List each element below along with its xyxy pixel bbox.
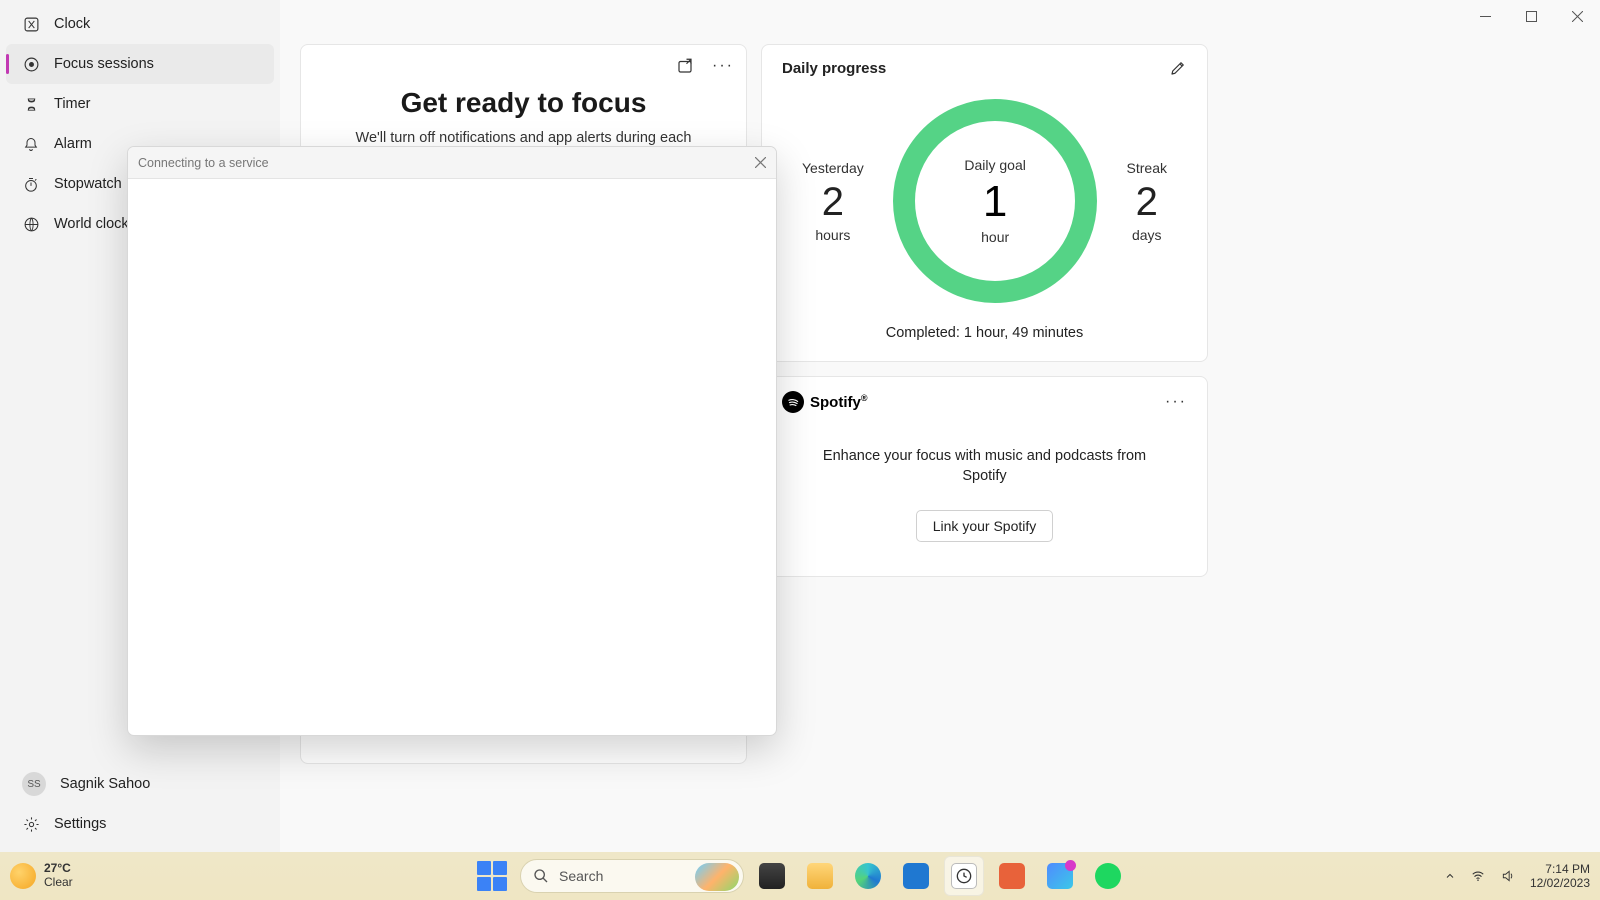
- bell-icon: [22, 135, 40, 153]
- spotify-description: Enhance your focus with music and podcas…: [782, 447, 1187, 486]
- focus-icon: [22, 55, 40, 73]
- sidebar-item-label: Timer: [54, 96, 91, 112]
- sidebar-item-timer[interactable]: Timer: [6, 84, 274, 124]
- stopwatch-icon: [22, 175, 40, 193]
- daily-progress-title: Daily progress: [782, 60, 886, 77]
- start-button[interactable]: [472, 856, 512, 896]
- avatar: SS: [22, 772, 46, 796]
- search-placeholder: Search: [559, 868, 603, 884]
- volume-icon[interactable]: [1500, 869, 1516, 883]
- stat-label: Yesterday: [802, 160, 864, 176]
- settings-label: Settings: [54, 816, 106, 832]
- close-button[interactable]: [1554, 0, 1600, 32]
- stat-label: Streak: [1127, 160, 1167, 176]
- hourglass-icon: [22, 95, 40, 113]
- gear-icon: [22, 815, 40, 833]
- taskbar-app-todo[interactable]: [1040, 856, 1080, 896]
- minimize-button[interactable]: [1462, 0, 1508, 32]
- edit-icon[interactable]: [1169, 59, 1187, 77]
- daily-progress-card: Daily progress Yesterday 2 hours Daily g…: [761, 44, 1208, 362]
- more-icon[interactable]: ···: [1165, 393, 1187, 411]
- sidebar-item-label: Clock: [54, 16, 90, 32]
- stat-yesterday: Yesterday 2 hours: [802, 160, 864, 243]
- taskbar-search[interactable]: Search: [520, 859, 744, 893]
- link-spotify-button[interactable]: Link your Spotify: [916, 510, 1054, 542]
- taskbar-time: 7:14 PM: [1530, 862, 1590, 876]
- taskbar-app-orange[interactable]: [992, 856, 1032, 896]
- taskbar-task-view[interactable]: [752, 856, 792, 896]
- sidebar-item-label: World clock: [54, 216, 129, 232]
- taskbar-date: 12/02/2023: [1530, 876, 1590, 890]
- stat-unit: hours: [802, 227, 864, 243]
- search-highlights-icon: [695, 863, 739, 891]
- more-icon[interactable]: ···: [712, 57, 734, 75]
- sidebar-item-focus-sessions[interactable]: Focus sessions: [6, 44, 274, 84]
- stat-value: 2: [802, 180, 864, 225]
- sidebar-item-label: Focus sessions: [54, 56, 154, 72]
- focus-title: Get ready to focus: [319, 87, 728, 119]
- progress-ring: Daily goal 1 hour: [893, 99, 1097, 303]
- close-icon[interactable]: [755, 157, 766, 168]
- goal-value: 1: [983, 177, 1007, 227]
- taskbar-clock[interactable]: 7:14 PM 12/02/2023: [1530, 862, 1590, 891]
- weather-temp: 27°C: [44, 862, 73, 876]
- window-controls: [1462, 0, 1600, 32]
- taskbar-clock-app[interactable]: [944, 856, 984, 896]
- stat-value: 2: [1127, 180, 1167, 225]
- wifi-icon[interactable]: [1470, 869, 1486, 883]
- weather-cond: Clear: [44, 876, 73, 890]
- sidebar-item-label: Stopwatch: [54, 176, 122, 192]
- weather-icon: [10, 863, 36, 889]
- spotify-logo: Spotify®: [782, 391, 867, 413]
- spotify-card: Spotify® ··· Enhance your focus with mus…: [761, 376, 1208, 577]
- user-name: Sagnik Sahoo: [60, 776, 150, 792]
- sidebar-item-label: Alarm: [54, 136, 92, 152]
- taskbar-edge[interactable]: [848, 856, 888, 896]
- search-icon: [533, 868, 549, 884]
- taskbar-weather[interactable]: 27°C Clear: [10, 862, 73, 890]
- taskbar-file-explorer[interactable]: [800, 856, 840, 896]
- stat-streak: Streak 2 days: [1127, 160, 1167, 243]
- globe-icon: [22, 215, 40, 233]
- connecting-dialog: Connecting to a service: [127, 146, 777, 736]
- spotify-icon: [782, 391, 804, 413]
- tray-chevron-icon[interactable]: [1444, 870, 1456, 882]
- sidebar-user[interactable]: SS Sagnik Sahoo: [6, 764, 274, 804]
- spotify-brand: Spotify®: [810, 393, 867, 411]
- goal-unit: hour: [981, 229, 1009, 245]
- maximize-button[interactable]: [1508, 0, 1554, 32]
- keep-on-top-icon[interactable]: [676, 57, 694, 75]
- sidebar-settings[interactable]: Settings: [6, 804, 274, 844]
- taskbar-spotify[interactable]: [1088, 856, 1128, 896]
- stat-unit: days: [1127, 227, 1167, 243]
- dialog-title: Connecting to a service: [138, 156, 269, 170]
- completed-text: Completed: 1 hour, 49 minutes: [782, 325, 1187, 341]
- goal-label: Daily goal: [964, 157, 1025, 173]
- taskbar-store[interactable]: [896, 856, 936, 896]
- clock-app-icon: [22, 15, 40, 33]
- taskbar: 27°C Clear Search 7:14 PM 12/02/2023: [0, 852, 1600, 900]
- sidebar-item-clock[interactable]: Clock: [6, 4, 274, 44]
